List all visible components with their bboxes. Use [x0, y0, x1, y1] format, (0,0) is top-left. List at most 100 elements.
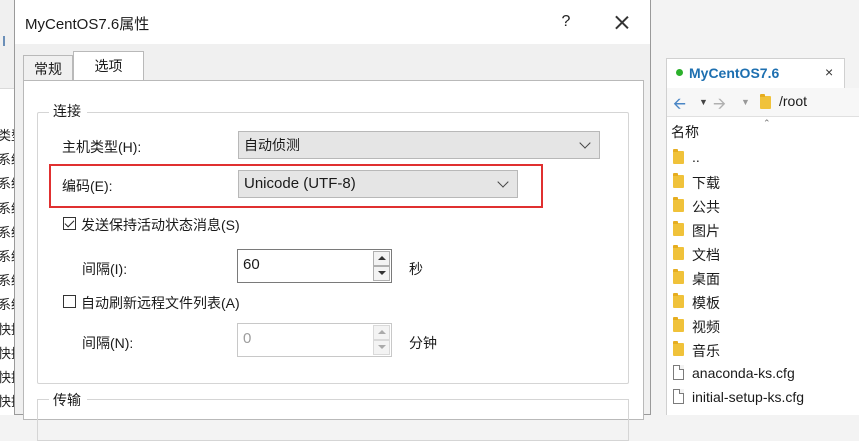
background-list-row: 系统 [0, 221, 14, 245]
file-name: initial-setup-ks.cfg [692, 389, 805, 405]
file-list-item[interactable]: 文档 [673, 242, 858, 266]
forward-history-chevron-icon[interactable]: ▼ [741, 97, 750, 107]
back-arrow-icon[interactable]: 🡨 [673, 93, 686, 120]
folder-icon [673, 221, 684, 236]
forward-arrow-icon[interactable]: 🡪 [713, 93, 726, 120]
file-list-item[interactable]: .. [673, 146, 858, 170]
background-toolbar [0, 0, 14, 89]
file-browser: 🡨 ▼ 🡪 ▼ /root 名称 ⌃ .. 下载公共图片文档桌面模板视频音乐 ana… [666, 88, 859, 415]
folder-icon [673, 149, 684, 164]
background-list-row: 系统 [0, 148, 14, 172]
background-list-row: 快捷 [0, 390, 14, 414]
keepalive-interval-spinner[interactable]: 60 [237, 249, 392, 283]
file-icon [673, 365, 684, 380]
transfer-group [37, 399, 629, 441]
help-button[interactable]: ? [552, 9, 580, 35]
properties-dialog: MyCentOS7.6属性 ? 常规 选项 连接 主机类型(H): 自动侦测 编… [14, 0, 651, 441]
spin-up-button[interactable] [373, 251, 390, 266]
background-toolbar-icon [3, 36, 11, 46]
auto-refresh-label[interactable]: 自动刷新远程文件列表(A) [81, 293, 240, 313]
host-type-label: 主机类型(H): [62, 139, 142, 155]
dialog-title: MyCentOS7.6属性 [25, 16, 150, 33]
background-list-row: 类型 [0, 124, 14, 148]
refresh-unit: 分钟 [409, 335, 437, 351]
transfer-group-title: 传输 [49, 390, 87, 410]
file-name: 公共 [692, 199, 720, 215]
file-list-item[interactable]: 公共 [673, 194, 858, 218]
file-list-item[interactable]: 桌面 [673, 266, 858, 290]
folder-icon [673, 197, 684, 212]
refresh-interval-label: 间隔(N): [82, 335, 134, 351]
folder-icon [673, 317, 684, 332]
file-name: 图片 [692, 223, 720, 239]
keepalive-label[interactable]: 发送保持活动状态消息(S) [81, 215, 240, 235]
tab-options[interactable]: 选项 [73, 51, 144, 81]
spin-down-button[interactable] [373, 266, 390, 281]
file-list-item[interactable]: 音乐 [673, 338, 858, 362]
spinner-buttons [373, 251, 390, 281]
background-list-row: 系统 [0, 197, 14, 221]
tab-general[interactable]: 常规 [23, 55, 73, 81]
background-list-row: 系统 [0, 293, 14, 317]
close-icon[interactable]: × [825, 64, 833, 80]
folder-icon [673, 269, 684, 284]
background-list-row: 快捷 [0, 318, 14, 342]
spin-down-button [373, 340, 390, 355]
background-window: 类型系统系统系统系统系统系统系统快捷快捷快捷快捷 [0, 0, 15, 415]
file-name: .. [692, 149, 700, 165]
file-list-item[interactable]: 图片 [673, 218, 858, 242]
encoding-select[interactable]: Unicode (UTF-8) [238, 170, 518, 198]
keepalive-checkbox[interactable] [63, 217, 76, 230]
connected-status-icon [676, 69, 683, 76]
keepalive-interval-label: 间隔(I): [82, 261, 128, 277]
column-header-name[interactable]: 名称 [671, 122, 699, 142]
file-name: 视频 [692, 319, 720, 335]
folder-icon [673, 173, 684, 188]
back-history-chevron-icon[interactable]: ▼ [699, 97, 708, 107]
keepalive-interval-value[interactable]: 60 [243, 256, 260, 273]
file-name: 模板 [692, 295, 720, 311]
background-list-row: 快捷 [0, 342, 14, 366]
file-name: 桌面 [692, 271, 720, 287]
chevron-down-icon [579, 137, 591, 149]
encoding-value: Unicode (UTF-8) [244, 175, 356, 192]
spin-up-button [373, 325, 390, 340]
background-list-row: 快捷 [0, 366, 14, 390]
folder-icon [673, 245, 684, 260]
close-icon[interactable] [607, 8, 637, 36]
file-name: anaconda-ks.cfg [692, 365, 795, 381]
session-tab[interactable]: MyCentOS7.6 × [666, 58, 845, 88]
keepalive-unit: 秒 [409, 261, 423, 277]
file-list-item[interactable]: 模板 [673, 290, 858, 314]
background-list-row: 系统 [0, 172, 14, 196]
auto-refresh-checkbox[interactable] [63, 295, 76, 308]
connection-group-title: 连接 [49, 101, 87, 121]
navigation-bar: 🡨 ▼ 🡪 ▼ /root [667, 88, 859, 117]
file-list-item[interactable]: 视频 [673, 314, 858, 338]
host-type-select[interactable]: 自动侦测 [238, 131, 600, 159]
file-list-item[interactable]: initial-setup-ks.cfg [673, 386, 858, 410]
file-name: 文档 [692, 247, 720, 263]
sort-caret-icon: ⌃ [763, 118, 771, 128]
file-name: 音乐 [692, 343, 720, 359]
folder-icon [673, 341, 684, 356]
session-tabbar: MyCentOS7.6 × [651, 0, 859, 89]
refresh-interval-spinner: 0 [237, 323, 392, 357]
file-name: 下载 [692, 175, 720, 191]
encoding-label: 编码(E): [62, 178, 113, 194]
background-list-row: 系统 [0, 245, 14, 269]
background-list-row: 系统 [0, 269, 14, 293]
spinner-buttons [373, 325, 390, 355]
remote-file-pane: MyCentOS7.6 × 🡨 ▼ 🡪 ▼ /root 名称 ⌃ .. 下载公共图… [651, 0, 859, 415]
refresh-interval-value: 0 [243, 330, 252, 347]
file-list-item[interactable]: 下载 [673, 170, 858, 194]
dialog-titlebar[interactable]: MyCentOS7.6属性 ? [15, 0, 650, 44]
session-tab-title: MyCentOS7.6 [689, 65, 780, 81]
folder-icon [760, 94, 771, 109]
folder-icon [673, 293, 684, 308]
file-list-item[interactable]: anaconda-ks.cfg [673, 362, 858, 386]
chevron-down-icon [497, 176, 509, 188]
file-icon [673, 389, 684, 404]
host-type-value: 自动侦测 [244, 137, 300, 153]
path-field[interactable]: /root [779, 93, 807, 109]
